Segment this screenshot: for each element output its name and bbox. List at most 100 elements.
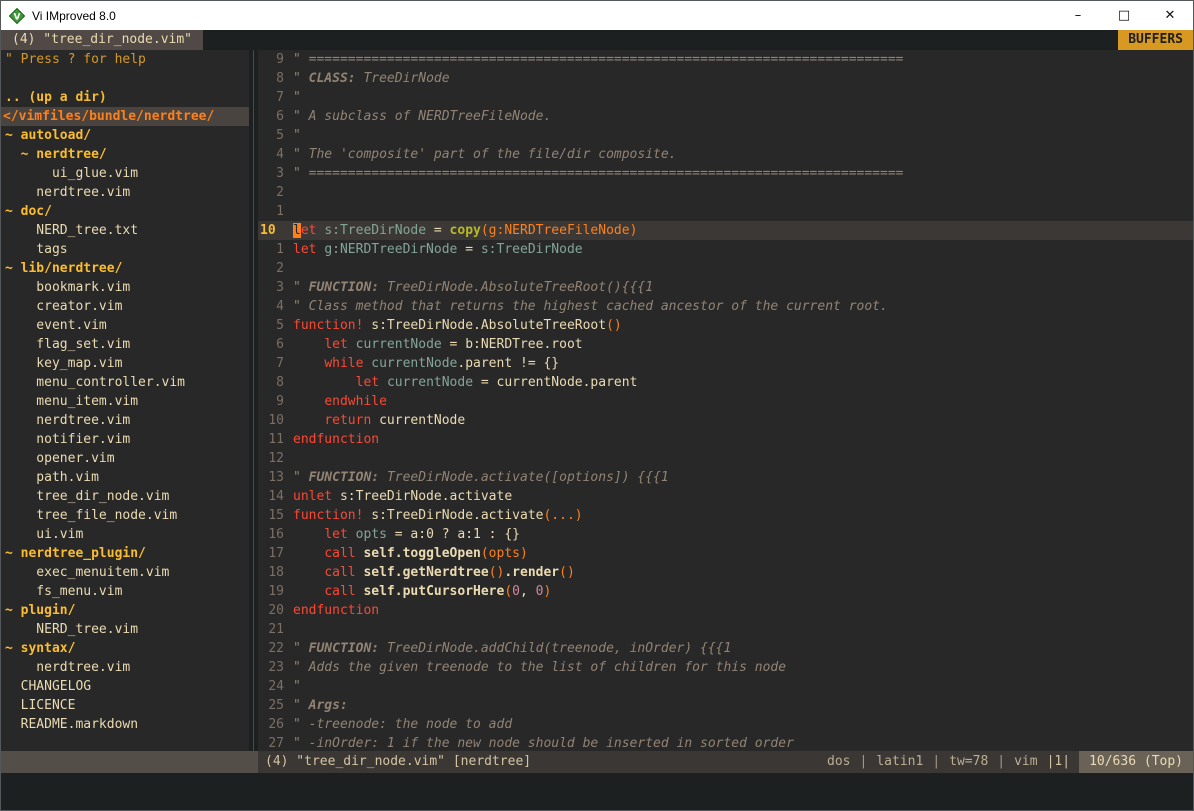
line-number: 5: [258, 126, 284, 145]
tree-line-help[interactable]: " Press ? for help: [1, 50, 249, 69]
tree-line-file[interactable]: menu_item.vim: [1, 392, 249, 411]
line-number: 23: [258, 658, 284, 677]
tree-line-file[interactable]: ui_glue.vim: [1, 164, 249, 183]
code-line[interactable]: 14unlet s:TreeDirNode.activate: [258, 487, 1193, 506]
tree-line-file[interactable]: CHANGELOG: [1, 677, 249, 696]
tree-line-dir[interactable]: ~ nerdtree/: [1, 145, 249, 164]
code-text: call self.toggleOpen(opts): [293, 544, 528, 563]
code-text: ": [293, 88, 301, 107]
buffers-label: BUFFERS: [1118, 30, 1193, 50]
tree-line-file[interactable]: fs_menu.vim: [1, 582, 249, 601]
code-line[interactable]: 21: [258, 620, 1193, 639]
code-line[interactable]: 8 let currentNode = currentNode.parent: [258, 373, 1193, 392]
code-text: unlet s:TreeDirNode.activate: [293, 487, 512, 506]
tree-line-file[interactable]: flag_set.vim: [1, 335, 249, 354]
tree-line-dir[interactable]: ~ autoload/: [1, 126, 249, 145]
code-line[interactable]: 25" Args:: [258, 696, 1193, 715]
tree-line-file[interactable]: nerdtree.vim: [1, 183, 249, 202]
tree-line-file[interactable]: notifier.vim: [1, 430, 249, 449]
code-line[interactable]: 8" CLASS: TreeDirNode: [258, 69, 1193, 88]
tree-line-file[interactable]: bookmark.vim: [1, 278, 249, 297]
line-number: 2: [258, 259, 284, 278]
code-line[interactable]: 20endfunction: [258, 601, 1193, 620]
tree-line-file[interactable]: tags: [1, 240, 249, 259]
code-text: let currentNode = b:NERDTree.root: [293, 335, 583, 354]
tree-line-file[interactable]: creator.vim: [1, 297, 249, 316]
close-button[interactable]: ✕: [1147, 1, 1193, 30]
nerdtree-statusline: NERDTree 5.0.0: [1, 751, 258, 773]
code-line[interactable]: 3" FUNCTION: TreeDirNode.AbsoluteTreeRoo…: [258, 278, 1193, 297]
code-line[interactable]: 1: [258, 202, 1193, 221]
tree-line-file[interactable]: event.vim: [1, 316, 249, 335]
code-line[interactable]: 19 call self.putCursorHere(0, 0): [258, 582, 1193, 601]
code-line[interactable]: 4" The 'composite' part of the file/dir …: [258, 145, 1193, 164]
code-line[interactable]: 9 endwhile: [258, 392, 1193, 411]
code-line[interactable]: 18 call self.getNerdtree().render(): [258, 563, 1193, 582]
tree-line-file[interactable]: tree_file_node.vim: [1, 506, 249, 525]
tabline: (4) "tree_dir_node.vim" BUFFERS: [1, 30, 1193, 50]
code-line[interactable]: 5function! s:TreeDirNode.AbsoluteTreeRoo…: [258, 316, 1193, 335]
line-number: 24: [258, 677, 284, 696]
code-line[interactable]: 27" -inOrder: 1 if the new node should b…: [258, 734, 1193, 751]
tree-line-file[interactable]: key_map.vim: [1, 354, 249, 373]
tree-line-file[interactable]: LICENCE: [1, 696, 249, 715]
nerdtree-panel[interactable]: " Press ? for help .. (up a dir)</vimfil…: [1, 50, 249, 751]
window-separator[interactable]: [249, 50, 258, 751]
editor-lines: 9" =====================================…: [258, 50, 1193, 751]
code-line[interactable]: 12: [258, 449, 1193, 468]
code-line[interactable]: 7": [258, 88, 1193, 107]
code-line[interactable]: 7 while currentNode.parent != {}: [258, 354, 1193, 373]
code-line[interactable]: 22" FUNCTION: TreeDirNode.addChild(treen…: [258, 639, 1193, 658]
code-line[interactable]: 2: [258, 259, 1193, 278]
line-number: 19: [258, 582, 284, 601]
tree-line-dir[interactable]: ~ lib/nerdtree/: [1, 259, 249, 278]
tree-line-dir[interactable]: ~ plugin/: [1, 601, 249, 620]
code-line[interactable]: 1let g:NERDTreeDirNode = s:TreeDirNode: [258, 240, 1193, 259]
code-text: let g:NERDTreeDirNode = s:TreeDirNode: [293, 240, 583, 259]
tree-line-updir[interactable]: .. (up a dir): [1, 88, 249, 107]
tree-line-file[interactable]: tree_dir_node.vim: [1, 487, 249, 506]
tree-line-file[interactable]: nerdtree.vim: [1, 411, 249, 430]
code-line[interactable]: 13" FUNCTION: TreeDirNode.activate([opti…: [258, 468, 1193, 487]
editor-panel[interactable]: 9" =====================================…: [258, 50, 1193, 751]
line-number: 1: [258, 202, 284, 221]
tree-line-file[interactable]: NERD_tree.txt: [1, 221, 249, 240]
code-text: " -treenode: the node to add: [293, 715, 512, 734]
code-line[interactable]: 4" Class method that returns the highest…: [258, 297, 1193, 316]
code-line-cursor[interactable]: 10let s:TreeDirNode = copy(g:NERDTreeFil…: [258, 221, 1193, 240]
tree-line-dir[interactable]: ~ nerdtree_plugin/: [1, 544, 249, 563]
tree-line-file[interactable]: README.markdown: [1, 715, 249, 734]
tree-line-file[interactable]: NERD_tree.vim: [1, 620, 249, 639]
tree-line-file[interactable]: nerdtree.vim: [1, 658, 249, 677]
command-line[interactable]: [1, 773, 1193, 810]
code-line[interactable]: 11endfunction: [258, 430, 1193, 449]
maximize-button[interactable]: □: [1101, 1, 1147, 30]
tree-line-file[interactable]: exec_menuitem.vim: [1, 563, 249, 582]
code-line[interactable]: 15function! s:TreeDirNode.activate(...): [258, 506, 1193, 525]
line-number: 20: [258, 601, 284, 620]
tree-line-root[interactable]: </vimfiles/bundle/nerdtree/: [1, 107, 249, 126]
code-line[interactable]: 5": [258, 126, 1193, 145]
code-line[interactable]: 24": [258, 677, 1193, 696]
code-text: " -inOrder: 1 if the new node should be …: [293, 734, 794, 751]
code-line[interactable]: 6" A subclass of NERDTreeFileNode.: [258, 107, 1193, 126]
code-line[interactable]: 16 let opts = a:0 ? a:1 : {}: [258, 525, 1193, 544]
code-line[interactable]: 10 return currentNode: [258, 411, 1193, 430]
code-line[interactable]: 17 call self.toggleOpen(opts): [258, 544, 1193, 563]
tab-tree-dir-node[interactable]: (4) "tree_dir_node.vim": [1, 30, 203, 50]
tree-line-file[interactable]: ui.vim: [1, 525, 249, 544]
line-number: 15: [258, 506, 284, 525]
code-line[interactable]: 2: [258, 183, 1193, 202]
tree-line-dir[interactable]: ~ syntax/: [1, 639, 249, 658]
code-line[interactable]: 6 let currentNode = b:NERDTree.root: [258, 335, 1193, 354]
tree-line-dir[interactable]: ~ doc/: [1, 202, 249, 221]
tree-line-file[interactable]: menu_controller.vim: [1, 373, 249, 392]
minimize-button[interactable]: –: [1055, 1, 1101, 30]
code-line[interactable]: 9" =====================================…: [258, 50, 1193, 69]
code-text: endfunction: [293, 430, 379, 449]
code-line[interactable]: 23" Adds the given treenode to the list …: [258, 658, 1193, 677]
code-line[interactable]: 26" -treenode: the node to add: [258, 715, 1193, 734]
tree-line-file[interactable]: path.vim: [1, 468, 249, 487]
code-line[interactable]: 3" =====================================…: [258, 164, 1193, 183]
tree-line-file[interactable]: opener.vim: [1, 449, 249, 468]
